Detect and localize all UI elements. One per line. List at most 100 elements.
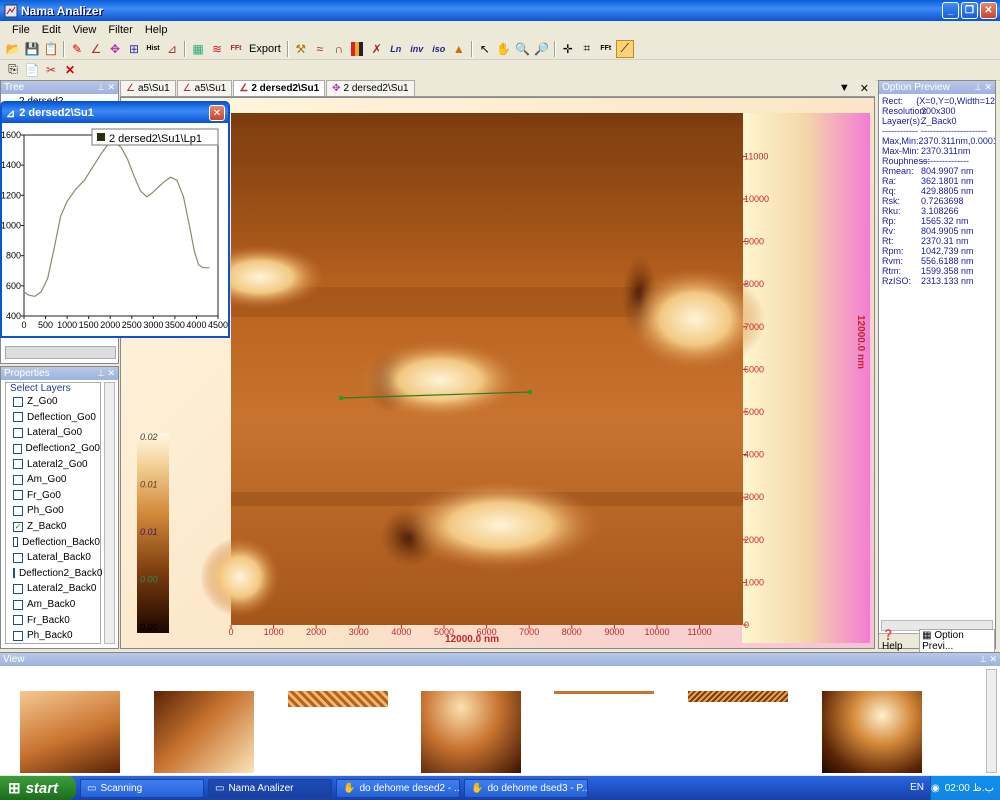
layer-checkbox[interactable]: [13, 615, 23, 626]
layer-checkbox[interactable]: [13, 599, 23, 610]
thumbnail[interactable]: [288, 691, 388, 707]
layer-row[interactable]: Deflection2_Go0: [6, 441, 100, 457]
fft-icon[interactable]: FFt: [227, 40, 245, 58]
palette-icon[interactable]: [349, 40, 367, 58]
layer-checkbox[interactable]: [13, 412, 23, 423]
histogram-icon[interactable]: Hist: [144, 40, 162, 58]
tray-icon[interactable]: ◉: [931, 783, 940, 794]
layer-checkbox[interactable]: [13, 552, 23, 563]
layer-row[interactable]: Z_Go0: [6, 394, 100, 410]
layer-row[interactable]: Lateral_Back0: [6, 550, 100, 566]
line-profile-icon[interactable]: ⟋: [615, 39, 634, 58]
tab-dropdown-icon[interactable]: ▼: [839, 82, 850, 95]
zoom-out-icon[interactable]: 🔎: [533, 40, 551, 58]
layer-checkbox[interactable]: [13, 505, 23, 516]
layer-checkbox[interactable]: [13, 583, 23, 594]
properties-scrollbar[interactable]: [104, 382, 115, 644]
wave-icon[interactable]: ≋: [208, 40, 226, 58]
iso-icon[interactable]: iso: [429, 40, 449, 58]
pin-icon[interactable]: ⊥ ✕: [974, 82, 995, 93]
crop-icon[interactable]: ⌗: [578, 40, 596, 58]
taskbar-item-doc2[interactable]: ✋ do dehome dsed3 - P...: [464, 778, 588, 798]
thumbnail[interactable]: [421, 691, 521, 773]
zoom-in-icon[interactable]: 🔍: [514, 40, 532, 58]
profile-window[interactable]: ⊿ 2 dersed2\Su1 ✕ 400 600 800 1000 1200 1400 1…: [0, 101, 230, 338]
view-scrollbar[interactable]: [986, 669, 997, 773]
3d-view-icon[interactable]: ▲: [450, 40, 468, 58]
layer-row[interactable]: ✓ Z_Back0: [6, 519, 100, 535]
layer-row[interactable]: Deflection_Go0: [6, 410, 100, 426]
layer-checkbox[interactable]: [13, 537, 19, 548]
profile-icon[interactable]: ⊿: [163, 40, 181, 58]
layer-checkbox[interactable]: [13, 490, 23, 501]
invert-icon[interactable]: inv: [406, 40, 428, 58]
tab-dersed2-image[interactable]: ✥ 2 dersed2\Su1: [326, 80, 415, 96]
layer-checkbox[interactable]: [13, 459, 23, 470]
minimize-button[interactable]: _: [942, 2, 959, 19]
delete-icon[interactable]: ✕: [61, 61, 79, 79]
ln-icon[interactable]: Ln: [387, 40, 405, 58]
thumbnail[interactable]: [20, 691, 120, 773]
tab-a5-1[interactable]: ∠ a5\Su1: [120, 80, 176, 96]
layer-row[interactable]: Fr_Go0: [6, 488, 100, 504]
arc-icon[interactable]: ∩: [330, 40, 348, 58]
open-icon[interactable]: 📂: [4, 40, 22, 58]
option-preview-tab[interactable]: ▦ Option Previ...: [919, 629, 995, 653]
brush-icon[interactable]: ⚒: [292, 40, 310, 58]
mark-icon[interactable]: ✗: [368, 40, 386, 58]
tree-scrollbar[interactable]: [5, 346, 116, 359]
hand-icon[interactable]: ✋: [495, 40, 513, 58]
close-icon[interactable]: ✕: [209, 105, 225, 121]
pointer-icon[interactable]: ↖: [476, 40, 494, 58]
surface-icon[interactable]: ▦: [189, 40, 207, 58]
layer-row[interactable]: Deflection_Back0: [6, 534, 100, 550]
taskbar-item-scanning[interactable]: ▭ Scanning: [80, 778, 204, 798]
tab-a5-2[interactable]: ∠ a5\Su1: [176, 80, 233, 96]
thumbnail[interactable]: [154, 691, 254, 773]
language-indicator[interactable]: EN: [910, 782, 924, 793]
layer-row[interactable]: Lateral_Go0: [6, 425, 100, 441]
save-icon[interactable]: 💾: [23, 40, 41, 58]
layer-checkbox[interactable]: [13, 474, 23, 485]
close-button[interactable]: ✕: [980, 2, 997, 19]
layer-checkbox[interactable]: [13, 443, 22, 454]
pen-icon[interactable]: ✎: [68, 40, 86, 58]
paste-icon[interactable]: 📄: [23, 61, 41, 79]
layer-checkbox[interactable]: [13, 630, 23, 641]
thumbnail[interactable]: [554, 691, 654, 694]
taskbar-item-doc1[interactable]: ✋ do dehome desed2 - ...: [336, 778, 460, 798]
pin-icon[interactable]: ⊥ ✕: [97, 368, 118, 379]
start-button[interactable]: ⊞ start: [0, 776, 76, 800]
copy-icon[interactable]: 📋: [42, 40, 60, 58]
menu-help[interactable]: Help: [139, 24, 174, 36]
thumbnail[interactable]: [822, 691, 922, 773]
layer-row[interactable]: Ph_Back0: [6, 628, 100, 644]
line-chart-icon[interactable]: ∠: [87, 40, 105, 58]
layer-row[interactable]: Lateral2_Go0: [6, 456, 100, 472]
crosshair-icon[interactable]: ✛: [559, 40, 577, 58]
layer-row[interactable]: Lateral2_Back0: [6, 581, 100, 597]
waves-icon[interactable]: ≈: [311, 40, 329, 58]
export-button[interactable]: Export: [246, 43, 284, 55]
profile-window-titlebar[interactable]: ⊿ 2 dersed2\Su1: [2, 103, 228, 123]
pin-icon[interactable]: ⊥ ✕: [97, 82, 118, 93]
taskbar-item-nama-analizer[interactable]: ▭ Nama Analizer: [208, 778, 332, 798]
layer-row[interactable]: Am_Back0: [6, 597, 100, 613]
menu-view[interactable]: View: [67, 24, 103, 36]
scissors-icon[interactable]: ✂: [42, 61, 60, 79]
layer-row[interactable]: Ph_Go0: [6, 503, 100, 519]
tab-close-icon[interactable]: ✕: [860, 82, 869, 95]
thumbnail[interactable]: [688, 691, 788, 702]
copy-doc-icon[interactable]: ⎘: [4, 61, 22, 79]
tab-dersed2-profile[interactable]: ∠ 2 dersed2\Su1: [233, 80, 326, 96]
transform-icon[interactable]: ✥: [106, 40, 124, 58]
layer-row[interactable]: Fr_Back0: [6, 612, 100, 628]
afm-topography-image[interactable]: [195, 113, 765, 625]
flatten-icon[interactable]: ⊞: [125, 40, 143, 58]
menu-filter[interactable]: Filter: [102, 24, 138, 36]
layer-row[interactable]: Deflection2_Back0: [6, 566, 102, 582]
layer-checkbox[interactable]: [13, 568, 15, 579]
menu-file[interactable]: File: [6, 24, 36, 36]
layer-row[interactable]: Am_Go0: [6, 472, 100, 488]
layer-checkbox[interactable]: [13, 396, 23, 407]
